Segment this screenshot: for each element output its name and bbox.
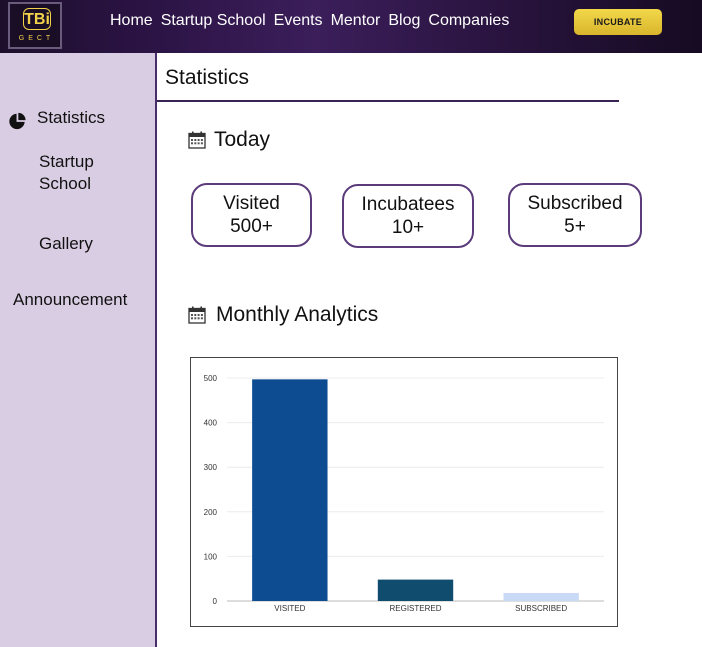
nav-events-link[interactable]: Events	[274, 12, 323, 30]
nav-home-link[interactable]: Home	[110, 12, 153, 30]
nav-startup-school-link[interactable]: Startup School	[161, 12, 266, 30]
logo-subtitle: GECT	[18, 35, 55, 42]
calendar-icon	[188, 131, 206, 149]
monthly-analytics-heading: Monthly Analytics	[216, 303, 379, 326]
stat-value: 5+	[564, 216, 586, 237]
sidebar-item-startup-school[interactable]: Startup School	[39, 151, 119, 195]
page-title: Statistics	[165, 66, 250, 89]
nav-companies-link[interactable]: Companies	[428, 12, 509, 30]
pie-chart-icon	[9, 112, 26, 130]
nav-blog-link[interactable]: Blog	[388, 12, 420, 30]
bar-subscribed	[503, 592, 579, 601]
y-tick-label: 500	[204, 374, 218, 383]
sidebar-item-statistics[interactable]: Statistics	[37, 107, 105, 129]
stat-value: 10+	[391, 217, 425, 238]
sidebar	[0, 53, 157, 647]
calendar-icon	[188, 306, 206, 324]
bar-chart: 0 100 200 300 400 500 VISITED REGISTERED SUBSCRI…	[204, 374, 604, 613]
bar-visited	[252, 379, 328, 601]
x-tick-label: VISITED	[274, 604, 305, 613]
monthly-analytics-chart: 0 100 200 300 400 500 VISITED REGISTERED SUBSCRI…	[190, 357, 618, 627]
title-divider	[157, 100, 619, 102]
y-tick-label: 300	[204, 463, 218, 472]
logo-mark: TBi	[23, 8, 51, 30]
sidebar-item-announcement[interactable]: Announcement	[13, 289, 127, 311]
sidebar-item-gallery[interactable]: Gallery	[39, 233, 93, 255]
stat-label: Incubatees	[361, 194, 455, 215]
stat-card-visited: Visited 500+	[191, 183, 312, 247]
x-tick-label: SUBSCRIBED	[515, 604, 567, 613]
nav-mentor-link[interactable]: Mentor	[331, 12, 381, 30]
y-tick-label: 200	[204, 508, 218, 517]
main-nav: Home Startup School Events Mentor Blog C…	[110, 0, 517, 42]
y-tick-label: 100	[204, 552, 218, 561]
y-tick-label: 400	[204, 419, 218, 428]
incubate-button[interactable]: INCUBATE	[574, 9, 662, 35]
today-heading: Today	[214, 128, 271, 151]
stat-label: Visited	[223, 193, 280, 214]
stat-card-incubatees: Incubatees 10+	[342, 184, 474, 248]
top-navigation-bar: TBi GECT Home Startup School Events Ment…	[0, 0, 702, 53]
x-tick-label: REGISTERED	[389, 604, 441, 613]
stat-value: 500+	[230, 216, 273, 237]
bar-registered	[377, 579, 454, 601]
stat-label: Subscribed	[527, 193, 623, 214]
stat-card-subscribed: Subscribed 5+	[508, 183, 642, 247]
tbi-logo[interactable]: TBi GECT	[8, 2, 62, 49]
y-tick-label: 0	[213, 597, 218, 606]
